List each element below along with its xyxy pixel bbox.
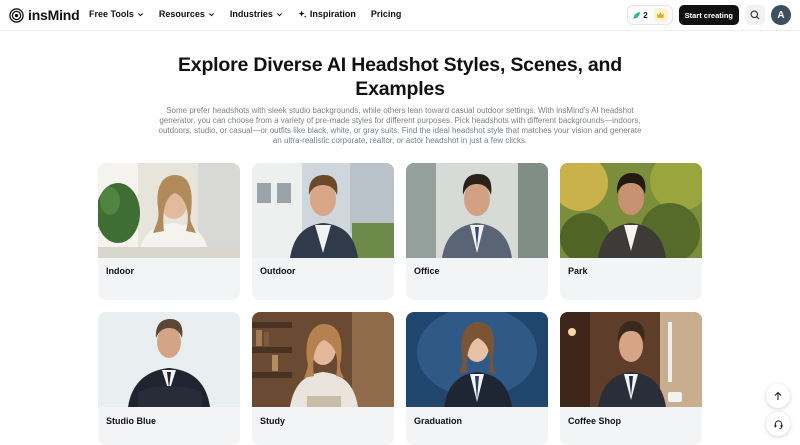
style-card-park[interactable]: Park xyxy=(560,163,702,300)
headshot-image xyxy=(252,163,394,258)
style-card-coffee-shop[interactable]: Coffee Shop xyxy=(560,312,702,445)
menu-label: Resources xyxy=(158,9,205,19)
top-navbar: insMind Free Tools Resources Industries … xyxy=(0,0,800,31)
style-card-outdoor[interactable]: Outdoor xyxy=(252,163,394,300)
menu-label: Free Tools xyxy=(89,9,134,19)
menu-free-tools[interactable]: Free Tools xyxy=(89,9,144,19)
style-label: Indoor xyxy=(106,266,134,276)
style-card-study[interactable]: Study xyxy=(252,312,394,445)
menu-industries[interactable]: Industries xyxy=(230,9,283,19)
credits-badge[interactable]: 2 xyxy=(627,5,673,25)
headshot-image xyxy=(98,312,240,407)
chevron-down-icon xyxy=(208,12,214,16)
crown-icon xyxy=(657,12,665,18)
section-description: Some prefer headshots with sleek studio … xyxy=(158,106,642,145)
style-label: Park xyxy=(568,266,588,276)
headshot-image xyxy=(406,312,548,407)
start-creating-button[interactable]: Start creating xyxy=(678,5,739,25)
headshot-image xyxy=(98,163,240,258)
style-label: Studio Blue xyxy=(106,416,156,426)
headshot-image xyxy=(252,312,394,407)
section-title: Explore Diverse AI Headshot Styles, Scen… xyxy=(178,54,622,100)
headshot-image xyxy=(406,163,548,258)
style-label: Study xyxy=(260,416,286,426)
search-button[interactable] xyxy=(745,5,765,25)
headshot-image xyxy=(560,163,702,258)
support-button[interactable] xyxy=(766,412,790,436)
credit-leaf-icon xyxy=(633,11,641,19)
brand-logo[interactable]: insMind xyxy=(9,7,80,23)
arrow-up-icon xyxy=(774,391,782,400)
credit-count: 2 xyxy=(643,10,648,20)
menu-pricing[interactable]: Pricing xyxy=(371,9,402,19)
chevron-down-icon xyxy=(137,12,143,16)
style-card-indoor[interactable]: Indoor xyxy=(98,163,240,300)
chevron-down-icon xyxy=(276,12,282,16)
menu-label: Pricing xyxy=(370,9,402,19)
style-label: Office xyxy=(414,266,440,276)
menu-inspiration[interactable]: Inspiration xyxy=(298,9,356,19)
user-avatar[interactable]: A xyxy=(771,5,791,25)
premium-crown[interactable] xyxy=(653,8,668,22)
sparkle-icon xyxy=(298,9,307,18)
menu-resources[interactable]: Resources xyxy=(159,9,215,19)
style-label: Outdoor xyxy=(260,266,296,276)
nav-actions: 2 Start creating A xyxy=(627,5,791,25)
menu-label: Inspiration xyxy=(309,9,356,19)
style-card-office[interactable]: Office xyxy=(406,163,548,300)
main-menu: Free Tools Resources Industries Inspirat… xyxy=(89,9,416,19)
scroll-to-top-button[interactable] xyxy=(766,384,790,408)
style-card-graduation[interactable]: Graduation xyxy=(406,312,548,445)
style-label: Graduation xyxy=(414,416,463,426)
brand-name: insMind xyxy=(28,7,80,23)
search-icon xyxy=(750,10,760,20)
style-label: Coffee Shop xyxy=(568,416,621,426)
headset-icon xyxy=(773,419,783,429)
insmind-logo-icon xyxy=(9,7,24,23)
menu-label: Industries xyxy=(229,9,273,19)
style-card-studio-blue[interactable]: Studio Blue xyxy=(98,312,240,445)
headshot-image xyxy=(560,312,702,407)
